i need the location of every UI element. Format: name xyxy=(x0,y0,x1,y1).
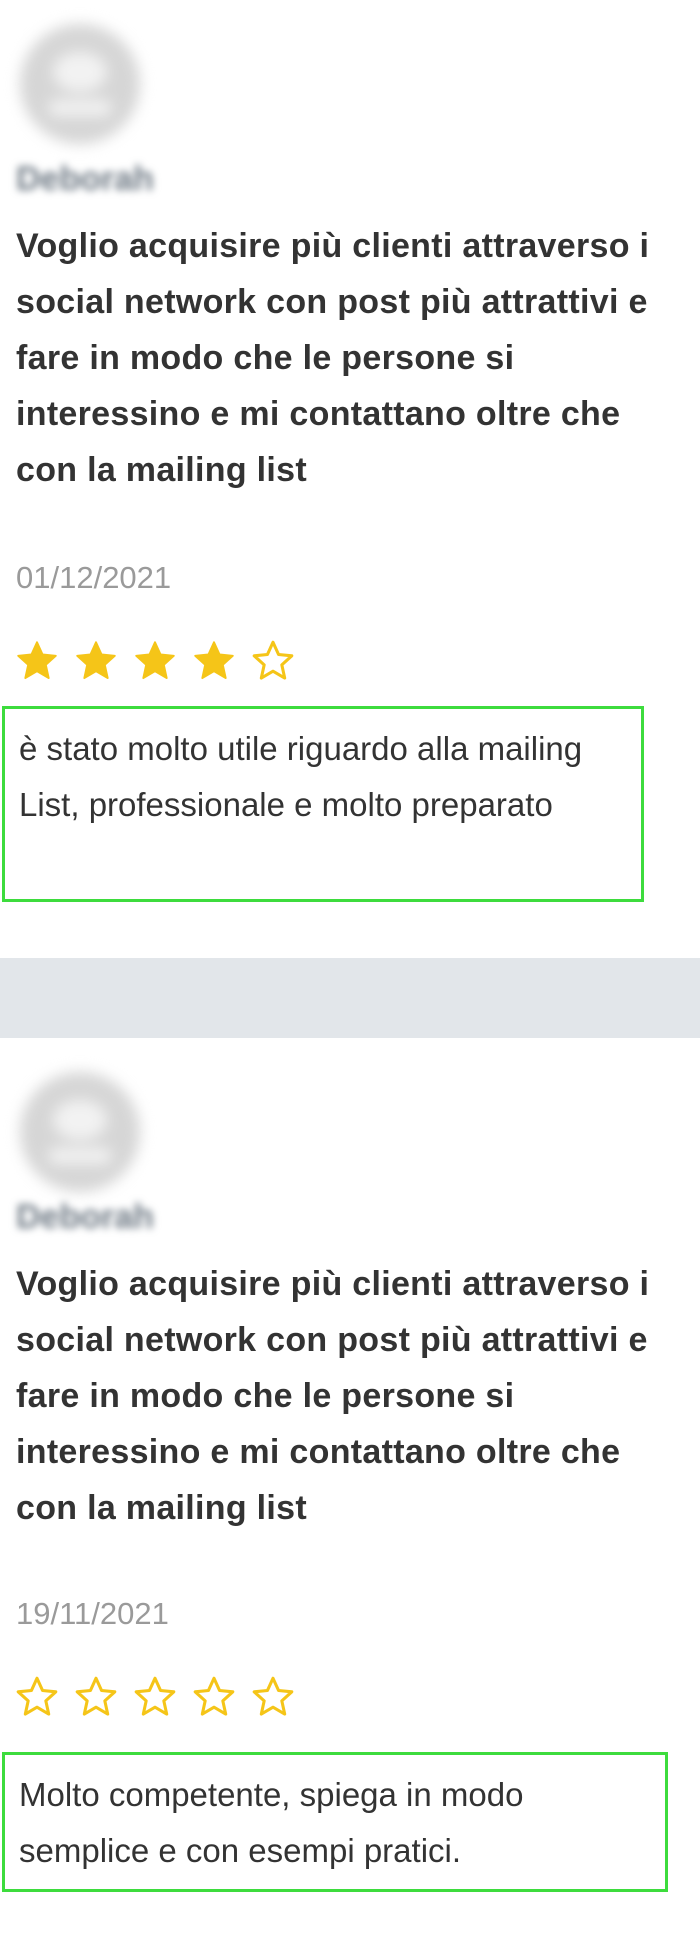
star-filled-icon xyxy=(17,641,57,680)
star-outline-icon xyxy=(193,1676,235,1716)
star-rating xyxy=(14,638,296,684)
star-outline-icon xyxy=(252,1676,294,1716)
star-outline-icon xyxy=(16,1676,58,1716)
review-author: Deborah xyxy=(16,1198,154,1236)
star-filled-icon xyxy=(76,641,116,680)
review-date: 01/12/2021 xyxy=(16,560,172,595)
review-card: Deborah Voglio acquisire più clienti att… xyxy=(0,1038,700,1935)
avatar xyxy=(20,24,140,144)
star-rating xyxy=(14,1674,296,1720)
star-outline-icon xyxy=(134,1676,176,1716)
review-comment: è stato molto utile riguardo alla mailin… xyxy=(2,706,644,902)
star-outline-icon xyxy=(252,640,294,680)
review-comment: Molto competente, spiega in modo semplic… xyxy=(2,1752,668,1892)
review-card: Deborah Voglio acquisire più clienti att… xyxy=(0,0,700,958)
star-outline-icon xyxy=(75,1676,117,1716)
review-author: Deborah xyxy=(16,160,154,198)
review-title: Voglio acquisire più clienti attraverso … xyxy=(16,227,650,489)
avatar xyxy=(20,1072,140,1192)
star-filled-icon xyxy=(194,641,234,680)
review-title: Voglio acquisire più clienti attraverso … xyxy=(16,1265,650,1527)
review-date: 19/11/2021 xyxy=(16,1596,169,1631)
star-filled-icon xyxy=(135,641,175,680)
review-separator xyxy=(0,958,700,1038)
